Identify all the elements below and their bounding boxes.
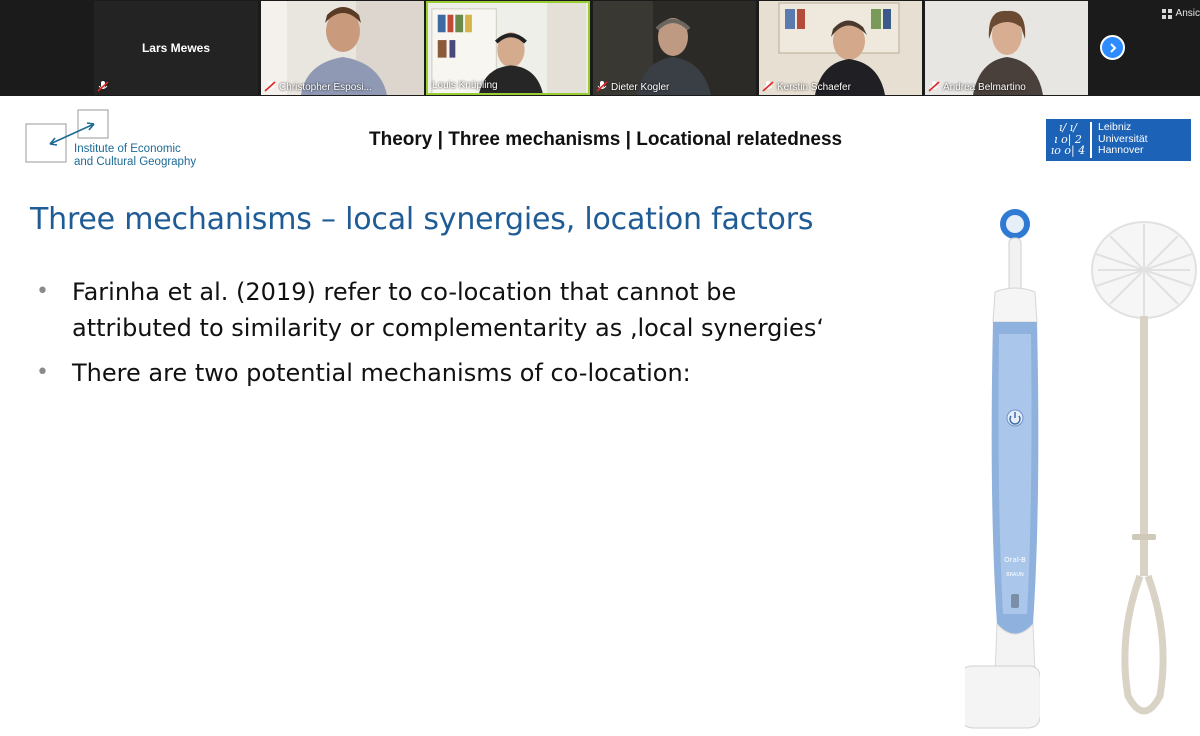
toilet-brush-image <box>1091 221 1197 715</box>
institute-name-line2: and Cultural Geography <box>74 156 197 168</box>
slide-header-title: Theory | Three mechanisms | Locational r… <box>369 129 843 150</box>
chevron-right-icon <box>1109 42 1116 53</box>
participant-name: Louis Knüpling <box>432 80 498 91</box>
participant-video-christopher <box>261 1 424 95</box>
participant-video-andrea <box>925 1 1088 95</box>
participant-strip: Lars Mewes Christopher Esposi... Louis K… <box>0 0 1200 96</box>
view-toggle-label: Ansic <box>1175 8 1200 19</box>
brush-brand-text: Oral-B <box>1004 556 1026 564</box>
participant-tile-christopher[interactable]: Christopher Esposi... <box>261 1 424 95</box>
muted-mic-icon <box>762 81 774 92</box>
slide-heading: Three mechanisms – local synergies, loca… <box>30 202 814 237</box>
institute-name: Institute of Economic and Cultural Geogr… <box>74 143 196 169</box>
muted-mic-icon <box>264 81 276 92</box>
participant-name: Andrea Belmartino <box>943 82 1026 93</box>
institute-name-line1: Institute of Economic <box>74 143 181 155</box>
participant-video-kerstin <box>759 1 922 95</box>
grid-view-icon <box>1161 8 1172 19</box>
participant-tile-louis[interactable]: Louis Knüpling <box>426 1 590 95</box>
bullet-dot-icon: • <box>36 360 49 385</box>
bullet-dot-icon: • <box>36 279 49 304</box>
electric-toothbrush-image: Oral-B BRAUN <box>965 209 1040 729</box>
participant-tile-andrea[interactable]: Andrea Belmartino <box>925 1 1088 95</box>
bullet-text: There are two potential mechanisms of co… <box>72 359 691 387</box>
participant-name: Kerstin Schaefer <box>777 82 851 93</box>
bullet-list: • Farinha et al. (2019) refer to co-loca… <box>36 274 836 400</box>
participant-tile-kerstin[interactable]: Kerstin Schaefer <box>759 1 922 95</box>
university-logo-mark: ı/ ı/ ı o| 2 ıo o| 4 <box>1050 121 1086 157</box>
view-toggle-button[interactable]: Ansic <box>1161 8 1200 19</box>
bullet-item: • Farinha et al. (2019) refer to co-loca… <box>36 274 836 346</box>
brush-brand-subtext: BRAUN <box>1006 572 1024 578</box>
participant-name: Dieter Kogler <box>611 82 670 93</box>
muted-mic-icon <box>928 81 940 92</box>
presentation-slide: Institute of Economic and Cultural Geogr… <box>0 96 1200 736</box>
muted-mic-icon <box>596 81 608 92</box>
university-logo: ı/ ı/ ı o| 2 ıo o| 4 Leibniz Universität… <box>1046 119 1191 161</box>
participant-name-large: Lars Mewes <box>141 41 211 55</box>
participant-tile-dieter[interactable]: Dieter Kogler <box>593 1 756 95</box>
participant-video-dieter <box>593 1 756 95</box>
bullet-text: Farinha et al. (2019) refer to co-locati… <box>72 278 824 342</box>
university-name: Leibniz Universität Hannover <box>1098 121 1148 156</box>
participant-tile-lars-mewes[interactable]: Lars Mewes <box>94 1 258 95</box>
bullet-item: • There are two potential mechanisms of … <box>36 355 836 391</box>
participant-name: Christopher Esposi... <box>279 82 372 93</box>
muted-mic-icon <box>97 81 109 92</box>
next-participants-button[interactable] <box>1100 35 1125 60</box>
